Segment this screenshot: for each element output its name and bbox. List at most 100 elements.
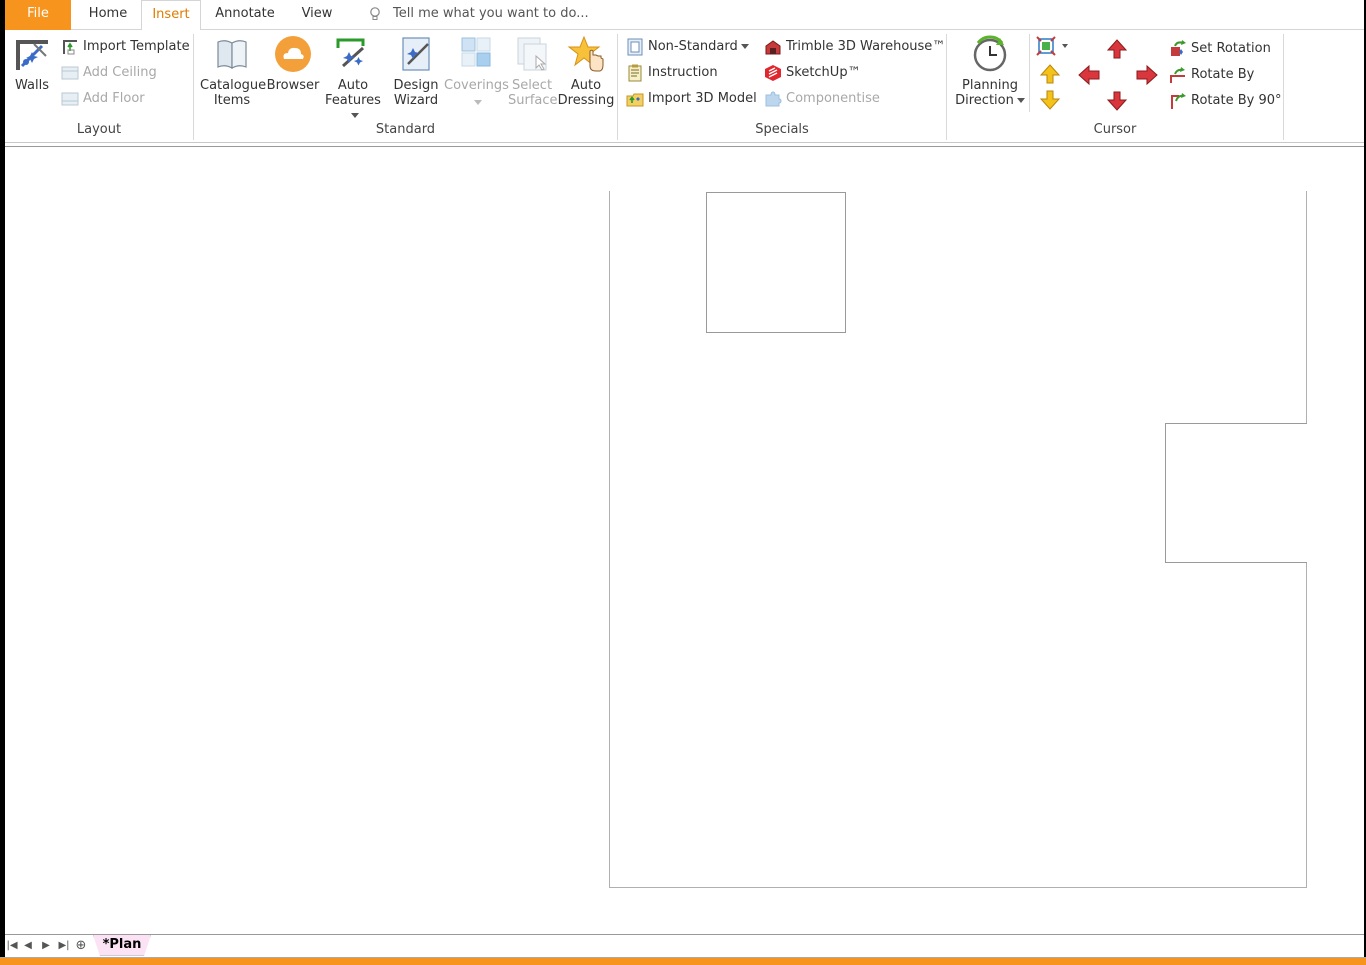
auto-features-label-1: Auto	[337, 78, 369, 93]
import-template-button[interactable]: Import Template	[61, 36, 190, 58]
add-sheet-icon[interactable]: ⊕	[74, 938, 88, 954]
design-wizard-label-2: Wizard	[393, 93, 439, 108]
next-sheet-icon[interactable]: ▶	[39, 938, 53, 954]
catalogue-items-label-2: Items	[213, 93, 251, 108]
coverings-label: Coverings	[444, 78, 509, 93]
status-bar	[0, 957, 1366, 965]
plan-item[interactable]	[1165, 423, 1307, 563]
move-up-button[interactable]	[1105, 38, 1129, 60]
arrow-up-icon	[1106, 39, 1128, 59]
group-label-layout: Layout	[76, 122, 122, 137]
arrow-down-icon	[1039, 90, 1061, 110]
import-3d-model-button[interactable]: Import 3D Model	[626, 88, 757, 110]
plan-item[interactable]	[706, 192, 846, 333]
auto-features-icon	[336, 38, 365, 68]
import-3d-model-label: Import 3D Model	[648, 91, 757, 106]
non-standard-button[interactable]: Non-Standard	[626, 36, 749, 58]
add-ceiling-button[interactable]: Add Ceiling	[61, 62, 157, 84]
set-rotation-label: Set Rotation	[1191, 41, 1271, 56]
catalogue-items-button[interactable]: Catalogue Items	[200, 34, 266, 108]
trimble-warehouse-label: Trimble 3D Warehouse™	[786, 39, 946, 54]
tell-me-placeholder: Tell me what you want to do...	[393, 6, 589, 21]
tab-view[interactable]: View	[291, 0, 343, 30]
floor-icon	[61, 92, 79, 105]
sheet-tab-plan[interactable]: *Plan	[93, 935, 151, 956]
move-left-button[interactable]	[1077, 64, 1101, 86]
group-label-cursor: Cursor	[1093, 122, 1137, 137]
auto-features-label-2: Features	[325, 93, 381, 108]
browser-button[interactable]: Browser	[266, 34, 320, 93]
import-template-icon	[63, 39, 77, 54]
clock-arrow-icon	[973, 35, 1007, 72]
last-sheet-icon[interactable]: ▶|	[57, 938, 71, 954]
design-wizard-icon	[402, 37, 430, 71]
walls-button[interactable]: Walls	[11, 34, 53, 93]
rotate-by-label: Rotate By	[1191, 67, 1255, 82]
auto-dressing-button[interactable]: Auto Dressing	[556, 34, 616, 108]
rotate-by-button[interactable]: Rotate By	[1169, 64, 1254, 86]
cloud-icon	[275, 36, 311, 72]
add-floor-label: Add Floor	[83, 91, 145, 106]
non-standard-label: Non-Standard	[648, 39, 738, 54]
sketchup-button[interactable]: SketchUp™	[764, 62, 861, 84]
group-label-specials: Specials	[755, 122, 809, 137]
select-surface-label-2: Surface	[508, 93, 558, 108]
add-floor-button[interactable]: Add Floor	[61, 88, 145, 110]
auto-features-button[interactable]: Auto Features	[322, 34, 384, 123]
move-up-small-button[interactable]	[1038, 63, 1062, 85]
move-down-small-button[interactable]	[1038, 89, 1062, 111]
componentise-button[interactable]: Componentise	[764, 88, 880, 110]
auto-dressing-label-1: Auto	[570, 78, 602, 93]
first-sheet-icon[interactable]: |◀	[5, 938, 19, 954]
import-3d-model-icon	[626, 93, 644, 106]
tab-insert[interactable]: Insert	[141, 0, 201, 31]
tab-file[interactable]: File	[5, 0, 71, 30]
auto-dressing-label-2: Dressing	[557, 93, 615, 108]
group-label-standard: Standard	[375, 122, 436, 137]
sketchup-label: SketchUp™	[786, 65, 861, 80]
arrow-left-icon	[1078, 64, 1100, 86]
add-ceiling-label: Add Ceiling	[83, 65, 157, 80]
chevron-down-icon	[740, 44, 749, 49]
room-outline[interactable]	[609, 191, 1307, 888]
walls-label: Walls	[15, 78, 49, 93]
chevron-down-icon	[350, 113, 359, 118]
cursor-focus-button[interactable]	[1035, 36, 1075, 58]
lightbulb-icon	[370, 6, 380, 20]
move-right-button[interactable]	[1135, 64, 1159, 86]
prev-sheet-icon[interactable]: ◀	[21, 938, 35, 954]
design-wizard-button[interactable]: Design Wizard	[388, 34, 444, 108]
select-surface-label-1: Select	[511, 78, 553, 93]
walls-icon	[16, 40, 48, 70]
plan-canvas[interactable]	[5, 146, 1364, 933]
set-rotation-icon	[1171, 39, 1186, 56]
ceiling-icon	[61, 66, 79, 79]
planning-direction-label-1: Planning	[962, 78, 1018, 93]
puzzle-icon	[765, 90, 782, 106]
rotate-by-90-icon	[1171, 92, 1186, 109]
ribbon-tab-bar: File Home Insert Annotate View Tell me w…	[5, 0, 1364, 31]
non-standard-icon	[627, 38, 643, 55]
select-surface-button[interactable]: Select Surface	[508, 34, 558, 108]
ribbon: Walls Import Template Add Ceiling Add Fl…	[5, 30, 1364, 143]
instruction-button[interactable]: Instruction	[626, 62, 718, 84]
instruction-label: Instruction	[648, 65, 718, 80]
divider	[1029, 34, 1030, 112]
coverings-button[interactable]: Coverings	[444, 34, 509, 108]
instruction-icon	[628, 64, 642, 81]
arrow-up-icon	[1039, 64, 1061, 84]
rotate-by-90-button[interactable]: Rotate By 90°	[1169, 90, 1281, 112]
tab-annotate[interactable]: Annotate	[205, 0, 285, 30]
trimble-warehouse-button[interactable]: Trimble 3D Warehouse™	[764, 36, 945, 58]
planning-direction-button[interactable]: Planning Direction	[953, 34, 1027, 108]
browser-label: Browser	[266, 78, 320, 93]
coverings-icon	[461, 37, 491, 67]
rotate-by-icon	[1170, 66, 1185, 83]
set-rotation-button[interactable]: Set Rotation	[1169, 38, 1271, 60]
chevron-down-icon	[473, 99, 482, 105]
tell-me-search[interactable]: Tell me what you want to do...	[369, 0, 589, 30]
tab-home[interactable]: Home	[77, 0, 139, 30]
planning-direction-label-2: Direction	[955, 93, 1014, 108]
rotate-by-90-label: Rotate By 90°	[1191, 93, 1282, 108]
move-down-button[interactable]	[1105, 90, 1129, 112]
